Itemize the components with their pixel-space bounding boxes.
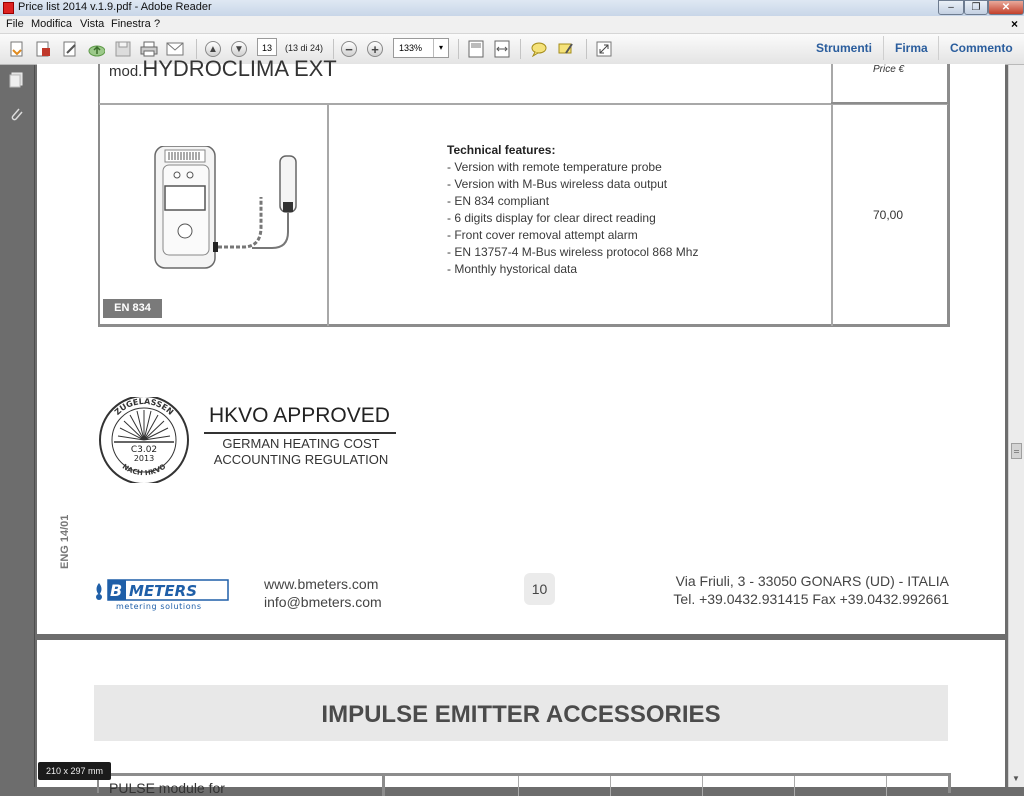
document-code: ENG 14/01 — [59, 514, 71, 569]
toolbar-separator — [938, 36, 939, 60]
create-icon[interactable] — [34, 40, 52, 58]
zoom-value: 133% — [399, 43, 423, 53]
table-divider — [702, 776, 703, 796]
table-divider — [610, 776, 611, 796]
menu-modifica[interactable]: Modifica — [31, 18, 72, 30]
table-divider — [518, 776, 519, 796]
toolbar-separator — [520, 39, 521, 59]
vertical-scrollbar[interactable]: ▼ — [1008, 65, 1024, 787]
pdf-page: mod.HYDROCLIMA EXT Price € Technical fea… — [37, 56, 1005, 634]
model-prefix: mod. — [109, 63, 143, 80]
page-number-badge: 10 — [524, 573, 555, 605]
website-link[interactable]: www.bmeters.com — [264, 575, 382, 593]
page-number-input[interactable]: 13 — [257, 38, 277, 56]
model-name: mod.HYDROCLIMA EXT — [109, 56, 337, 82]
product-image — [154, 146, 297, 269]
hkvo-subtitle-line: GERMAN HEATING COST — [222, 436, 380, 451]
accessories-table: PULSE module for — [97, 773, 951, 796]
feature-item: - EN 834 compliant — [447, 194, 550, 208]
page-size-indicator: 210 x 297 mm — [38, 762, 111, 780]
seal-year: 2013 — [134, 454, 154, 463]
pages-panel-icon[interactable] — [8, 71, 24, 89]
table-row-label: PULSE module for — [109, 780, 225, 796]
zoom-select[interactable]: 133% ▾ — [393, 38, 449, 58]
price-value: 70,00 — [873, 208, 904, 222]
table-divider — [831, 104, 833, 326]
pdf-app-icon — [3, 2, 14, 14]
section-title: IMPULSE EMITTER ACCESSORIES — [321, 701, 721, 728]
bmeters-logo: B METERS metering solutions — [96, 579, 229, 611]
features-title: Technical features: — [447, 143, 556, 157]
zoom-out-icon[interactable]: − — [340, 40, 358, 58]
table-divider — [831, 102, 948, 104]
menu-finestra[interactable]: Finestra — [111, 18, 151, 30]
fullscreen-icon[interactable] — [595, 40, 613, 58]
tab-commento[interactable]: Commento — [950, 41, 1013, 55]
cloud-icon[interactable] — [87, 40, 105, 58]
feature-item: - EN 13757-4 M-Bus wireless protocol 868… — [447, 245, 699, 259]
toolbar-separator — [586, 39, 587, 59]
window-title: Price list 2014 v.1.9.pdf - Adobe Reader — [18, 1, 212, 13]
feature-item: - Monthly hystorical data — [447, 262, 578, 276]
hkvo-subtitle: GERMAN HEATING COST ACCOUNTING REGULATIO… — [205, 436, 397, 468]
table-divider — [99, 103, 948, 105]
tab-firma[interactable]: Firma — [895, 41, 928, 55]
technical-features: Technical features: - Version with remot… — [447, 142, 698, 278]
logo-subtitle: metering solutions — [116, 602, 202, 611]
maximize-button[interactable]: ❐ — [964, 0, 988, 15]
price-header: Price € — [873, 64, 905, 75]
chevron-down-icon[interactable]: ▾ — [433, 39, 448, 57]
svg-text:B: B — [110, 581, 122, 600]
scrollbar-thumb[interactable] — [1011, 443, 1022, 459]
minimize-button[interactable]: – — [938, 0, 964, 15]
attachments-icon[interactable] — [8, 105, 24, 123]
table-divider — [794, 776, 795, 796]
close-document-icon[interactable]: × — [1011, 17, 1018, 31]
model-title: HYDROCLIMA EXT — [142, 56, 337, 81]
svg-text:METERS: METERS — [129, 582, 197, 600]
en-834-badge: EN 834 — [103, 299, 162, 318]
menu-vista[interactable]: Vista — [80, 18, 104, 30]
contact-web: www.bmeters.com info@bmeters.com — [264, 575, 382, 611]
page-count: (13 di 24) — [285, 43, 324, 53]
pdf-page-next: IMPULSE EMITTER ACCESSORIES PULSE module… — [37, 640, 1005, 796]
menu-bar: File Modifica Vista Finestra ? × — [0, 16, 1024, 34]
feature-item: - Version with M-Bus wireless data outpu… — [447, 177, 668, 191]
zoom-in-icon[interactable]: + — [366, 40, 384, 58]
open-icon[interactable] — [8, 40, 26, 58]
hkvo-subtitle-line: ACCOUNTING REGULATION — [213, 452, 389, 467]
phone-line: Tel. +39.0432.931415 Fax +39.0432.992661 — [673, 591, 949, 607]
tab-strumenti[interactable]: Strumenti — [816, 41, 872, 55]
highlight-icon[interactable] — [557, 40, 575, 58]
hkvo-title: HKVO APPROVED — [209, 404, 390, 427]
email-link[interactable]: info@bmeters.com — [264, 593, 382, 611]
toolbar-separator — [458, 39, 459, 59]
edit-icon[interactable] — [61, 40, 79, 58]
feature-item: - Version with remote temperature probe — [447, 160, 662, 174]
hkvo-seal-icon: ZUGELASSEN C3.02 2013 NACH HKVO — [99, 397, 189, 483]
navigation-pane — [0, 65, 35, 787]
table-divider — [831, 64, 833, 104]
menu-file[interactable]: File — [6, 18, 24, 30]
comment-icon[interactable] — [530, 40, 548, 58]
divider — [204, 432, 396, 434]
table-divider — [382, 776, 385, 796]
table-divider — [886, 776, 887, 796]
section-header: IMPULSE EMITTER ACCESSORIES — [94, 685, 948, 741]
title-bar: Price list 2014 v.1.9.pdf - Adobe Reader… — [0, 0, 1024, 16]
feature-item: - Front cover removal attempt alarm — [447, 228, 638, 242]
feature-item: - 6 digits display for clear direct read… — [447, 211, 656, 225]
menu-help[interactable]: ? — [154, 18, 160, 30]
toolbar-separator — [883, 36, 884, 60]
address-line: Via Friuli, 3 - 33050 GONARS (UD) - ITAL… — [675, 573, 949, 589]
scroll-down-icon[interactable]: ▼ — [1012, 774, 1020, 783]
fit-page-icon[interactable] — [467, 40, 485, 58]
fit-width-icon[interactable] — [493, 40, 511, 58]
close-button[interactable]: ✕ — [988, 0, 1024, 15]
company-address: Via Friuli, 3 - 33050 GONARS (UD) - ITAL… — [673, 572, 949, 608]
